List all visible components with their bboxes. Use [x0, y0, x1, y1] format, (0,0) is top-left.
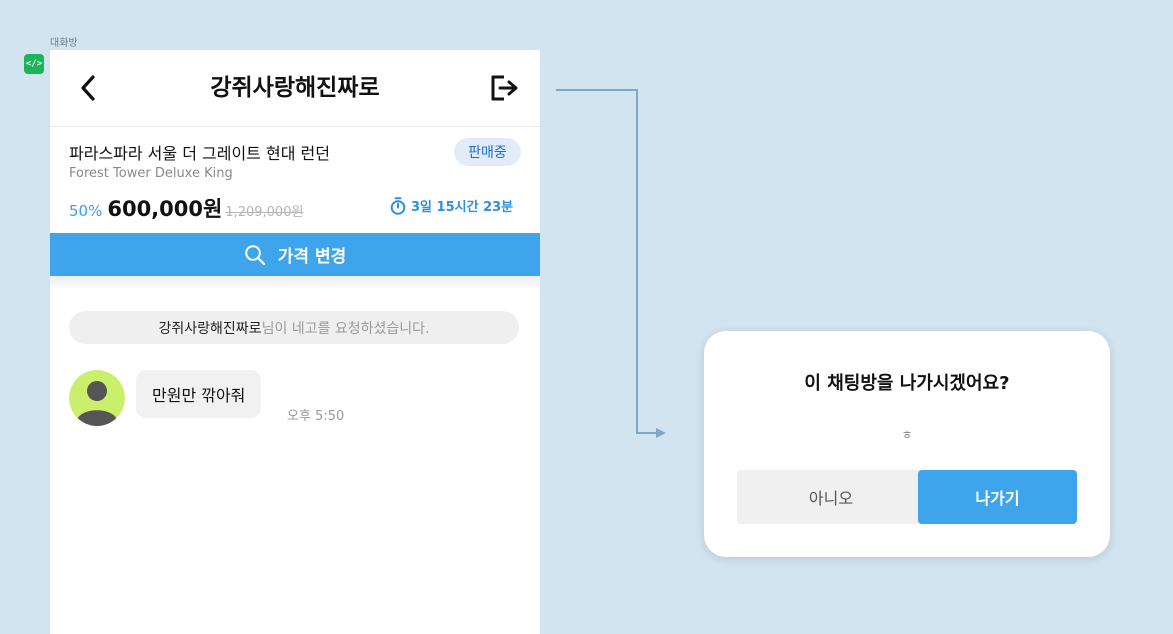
- back-button[interactable]: [72, 72, 104, 104]
- change-price-label: 가격 변경: [277, 247, 347, 267]
- timer-text: 3일 15시간 23분: [411, 200, 514, 215]
- status-badge: 판매중: [454, 138, 521, 166]
- exit-icon: [491, 75, 518, 101]
- exit-confirm-dialog: 이 채팅방을 나가시겠어요? ㅎ 아니오 나가기: [704, 331, 1110, 557]
- chat-screen: 강쥐사랑해진짜로 파라스파라 서울 더 그레이트 현대 런던 Forest To…: [50, 50, 540, 634]
- product-card[interactable]: 파라스파라 서울 더 그레이트 현대 런던 Forest Tower Delux…: [50, 127, 540, 233]
- product-name: 파라스파라 서울 더 그레이트 현대 런던: [69, 144, 330, 163]
- product-subtitle: Forest Tower Deluxe King: [69, 166, 233, 181]
- avatar[interactable]: [69, 370, 125, 426]
- change-price-button[interactable]: 가격 변경: [50, 233, 540, 276]
- leave-button[interactable]: 나가기: [918, 470, 1077, 524]
- system-message: 강쥐사랑해진짜로 님이 네고를 요청하셨습니다.: [69, 311, 519, 344]
- dialog-title: 이 채팅방을 나가시겠어요?: [804, 373, 1010, 394]
- remaining-time: 3일 15시간 23분: [389, 196, 513, 215]
- cancel-button[interactable]: 아니오: [737, 470, 925, 524]
- search-icon: [244, 244, 266, 266]
- chat-header: 강쥐사랑해진짜로: [50, 50, 540, 127]
- system-message-text: 님이 네고를 요청하셨습니다.: [261, 320, 430, 337]
- message-bubble[interactable]: 만원만 깎아줘: [136, 370, 262, 418]
- user-avatar-icon: [69, 370, 125, 426]
- stopwatch-icon: [389, 196, 407, 215]
- message-time: 오후 5:50: [287, 409, 345, 424]
- frame-label: 대화방: [50, 38, 78, 49]
- system-message-name: 강쥐사랑해진짜로: [158, 320, 262, 337]
- chat-title: 강쥐사랑해진짜로: [210, 75, 380, 101]
- discount-rate: 50%: [69, 202, 103, 220]
- exit-button[interactable]: [488, 72, 522, 104]
- price-row: 50% 600,000원 1,209,000원: [69, 193, 303, 223]
- sale-price: 600,000원: [107, 197, 223, 221]
- original-price: 1,209,000원: [225, 205, 304, 220]
- dialog-body: ㅎ: [901, 428, 913, 442]
- divider-shadow: [50, 276, 540, 290]
- code-badge[interactable]: </>: [24, 54, 44, 74]
- chevron-left-icon: [81, 75, 95, 101]
